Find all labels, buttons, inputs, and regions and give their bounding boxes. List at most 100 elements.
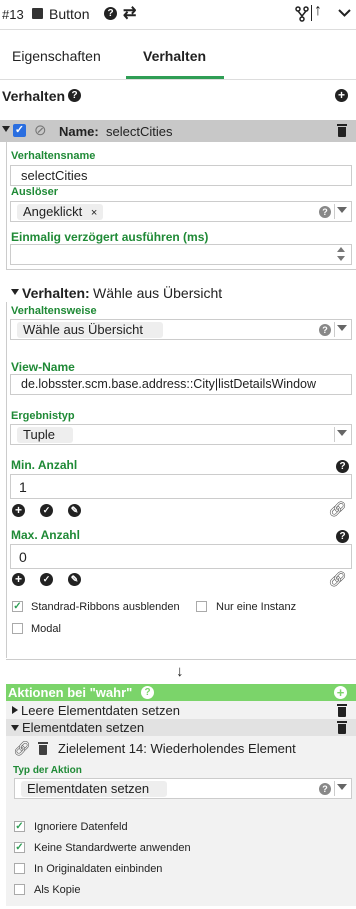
- collapse-triangle-icon[interactable]: [11, 725, 19, 731]
- ignore-datafield-label: Ignoriere Datenfeld: [34, 821, 128, 833]
- edit-pencil-icon[interactable]: ✎: [68, 504, 81, 517]
- tab-eigenschaften[interactable]: Eigenschaften: [12, 48, 101, 64]
- link-icon[interactable]: 🔗︎: [13, 740, 31, 757]
- original-data-label: In Originaldaten einbinden: [34, 863, 163, 875]
- behavior-name-value: selectCities: [106, 124, 173, 139]
- help-circle-icon[interactable]: ?: [319, 206, 331, 218]
- trash-icon[interactable]: [337, 124, 347, 137]
- help-circle-icon[interactable]: ?: [319, 324, 331, 336]
- active-tab-indicator: [126, 76, 224, 79]
- trigger-select[interactable]: Angeklickt × ?: [10, 201, 352, 222]
- select-divider: [334, 781, 335, 796]
- stop-square-icon: [32, 8, 43, 19]
- check-circle-icon[interactable]: ✓: [40, 573, 53, 586]
- mode-label: Verhaltensweise: [11, 305, 97, 317]
- original-data-checkbox[interactable]: [14, 863, 25, 874]
- flow-arrow-icon: ↓: [176, 663, 184, 680]
- plus-circle-icon[interactable]: +: [12, 573, 25, 586]
- delay-label: Einmalig verzögert ausführen (ms): [11, 230, 209, 244]
- branch-icon[interactable]: [295, 6, 309, 22]
- behavior-name-prefix: Name:: [59, 124, 99, 139]
- plus-circle-icon[interactable]: +: [335, 89, 348, 102]
- single-instance-label: Nur eine Instanz: [216, 601, 297, 613]
- behavior-name-input[interactable]: selectCities: [10, 165, 352, 186]
- enabled-checkbox[interactable]: ✓: [13, 124, 26, 137]
- min-count-input[interactable]: 1: [10, 474, 352, 499]
- help-circle-icon[interactable]: ?: [68, 89, 81, 102]
- mode-select[interactable]: Wähle aus Übersicht ?: [10, 319, 352, 340]
- help-circle-icon[interactable]: ?: [104, 7, 117, 20]
- action-type-select[interactable]: Elementdaten setzen ?: [14, 778, 352, 799]
- swap-arrows-icon[interactable]: ⇄: [123, 3, 136, 23]
- spinner-up-icon[interactable]: [337, 247, 345, 252]
- collapse-triangle-icon[interactable]: [2, 126, 10, 132]
- subbehavior-title-value: Wähle aus Übersicht: [93, 285, 223, 301]
- chevron-down-icon[interactable]: [337, 430, 347, 436]
- tab-verhalten[interactable]: Verhalten: [143, 48, 206, 64]
- link-icon[interactable]: 🔗︎: [328, 570, 347, 588]
- action-item-set-data[interactable]: Elementdaten setzen: [22, 720, 144, 735]
- help-circle-icon[interactable]: ?: [336, 530, 349, 543]
- subbehavior-title-prefix: Verhalten:: [22, 285, 90, 301]
- action-type-label: Typ der Aktion: [13, 765, 82, 776]
- trash-icon[interactable]: [38, 742, 48, 755]
- behavior-name-label: Verhaltensname: [11, 150, 96, 162]
- chevron-down-icon[interactable]: [338, 9, 351, 17]
- chevron-down-icon[interactable]: [337, 784, 347, 790]
- actions-header-label: Aktionen bei "wahr": [8, 685, 133, 700]
- remove-chip-icon[interactable]: ×: [91, 207, 97, 219]
- collapse-triangle-icon[interactable]: [11, 289, 19, 295]
- hide-ribbons-checkbox[interactable]: ✓: [12, 601, 23, 612]
- view-name-label: View-Name: [11, 360, 75, 374]
- subbehavior-left-border: [6, 302, 7, 658]
- trigger-label: Auslöser: [11, 186, 59, 198]
- toolbar-divider: [311, 5, 312, 21]
- component-id: #13: [2, 7, 24, 22]
- modal-label: Modal: [31, 623, 61, 635]
- as-copy-checkbox[interactable]: [14, 884, 25, 895]
- hide-ribbons-label: Standrad-Ribbons ausblenden: [31, 601, 180, 613]
- plus-circle-icon[interactable]: +: [334, 686, 347, 699]
- as-copy-label: Als Kopie: [34, 884, 81, 896]
- help-circle-icon[interactable]: ?: [336, 460, 349, 473]
- trigger-chip: Angeklickt ×: [17, 204, 104, 220]
- tab-bar: Eigenschaften Verhalten: [0, 38, 356, 80]
- actions-header-bar: Aktionen bei "wahr" ? +: [6, 684, 356, 701]
- trash-icon[interactable]: [337, 704, 347, 717]
- min-count-label: Min. Anzahl: [11, 458, 78, 472]
- select-divider: [334, 204, 335, 219]
- action-item-empty-data[interactable]: Leere Elementdaten setzen: [21, 703, 180, 718]
- result-type-chip: Tuple: [17, 427, 73, 443]
- behavior-header-row: ✓ ⊘ Name: selectCities: [0, 120, 356, 142]
- component-type: Button: [49, 6, 90, 22]
- plus-circle-icon[interactable]: +: [12, 504, 25, 517]
- chevron-down-icon[interactable]: [337, 325, 347, 331]
- check-circle-icon[interactable]: ✓: [40, 504, 53, 517]
- max-count-input[interactable]: 0: [10, 544, 352, 569]
- max-count-label: Max. Anzahl: [11, 528, 80, 542]
- expand-triangle-icon[interactable]: [12, 706, 18, 714]
- view-name-input[interactable]: de.lobsster.scm.base.address::City|listD…: [10, 374, 352, 395]
- arrow-up-icon[interactable]: ↑: [314, 2, 322, 20]
- result-type-select[interactable]: Tuple: [10, 424, 352, 445]
- select-divider: [334, 322, 335, 337]
- result-type-label: Ergebnistyp: [11, 410, 75, 422]
- delay-input[interactable]: [10, 244, 352, 265]
- chevron-down-icon[interactable]: [337, 207, 347, 213]
- spinner-down-icon[interactable]: [337, 256, 345, 261]
- action-type-chip: Elementdaten setzen: [21, 781, 167, 797]
- ignore-datafield-checkbox[interactable]: ✓: [14, 821, 25, 832]
- help-circle-icon[interactable]: ?: [141, 686, 154, 699]
- mode-chip: Wähle aus Übersicht: [17, 322, 163, 338]
- single-instance-checkbox[interactable]: [196, 601, 207, 612]
- edit-pencil-icon[interactable]: ✎: [68, 573, 81, 586]
- link-icon[interactable]: 🔗︎: [328, 500, 347, 518]
- top-toolbar: #13 Button ? ⇄ ↑: [0, 0, 356, 30]
- trash-icon[interactable]: [337, 721, 347, 734]
- help-circle-icon[interactable]: ?: [319, 783, 331, 795]
- modal-checkbox[interactable]: [12, 623, 23, 634]
- section-divider: [6, 659, 356, 660]
- visibility-off-icon[interactable]: ⊘: [34, 121, 47, 139]
- section-title: Verhalten: [2, 88, 66, 104]
- no-defaults-checkbox[interactable]: ✓: [14, 842, 25, 853]
